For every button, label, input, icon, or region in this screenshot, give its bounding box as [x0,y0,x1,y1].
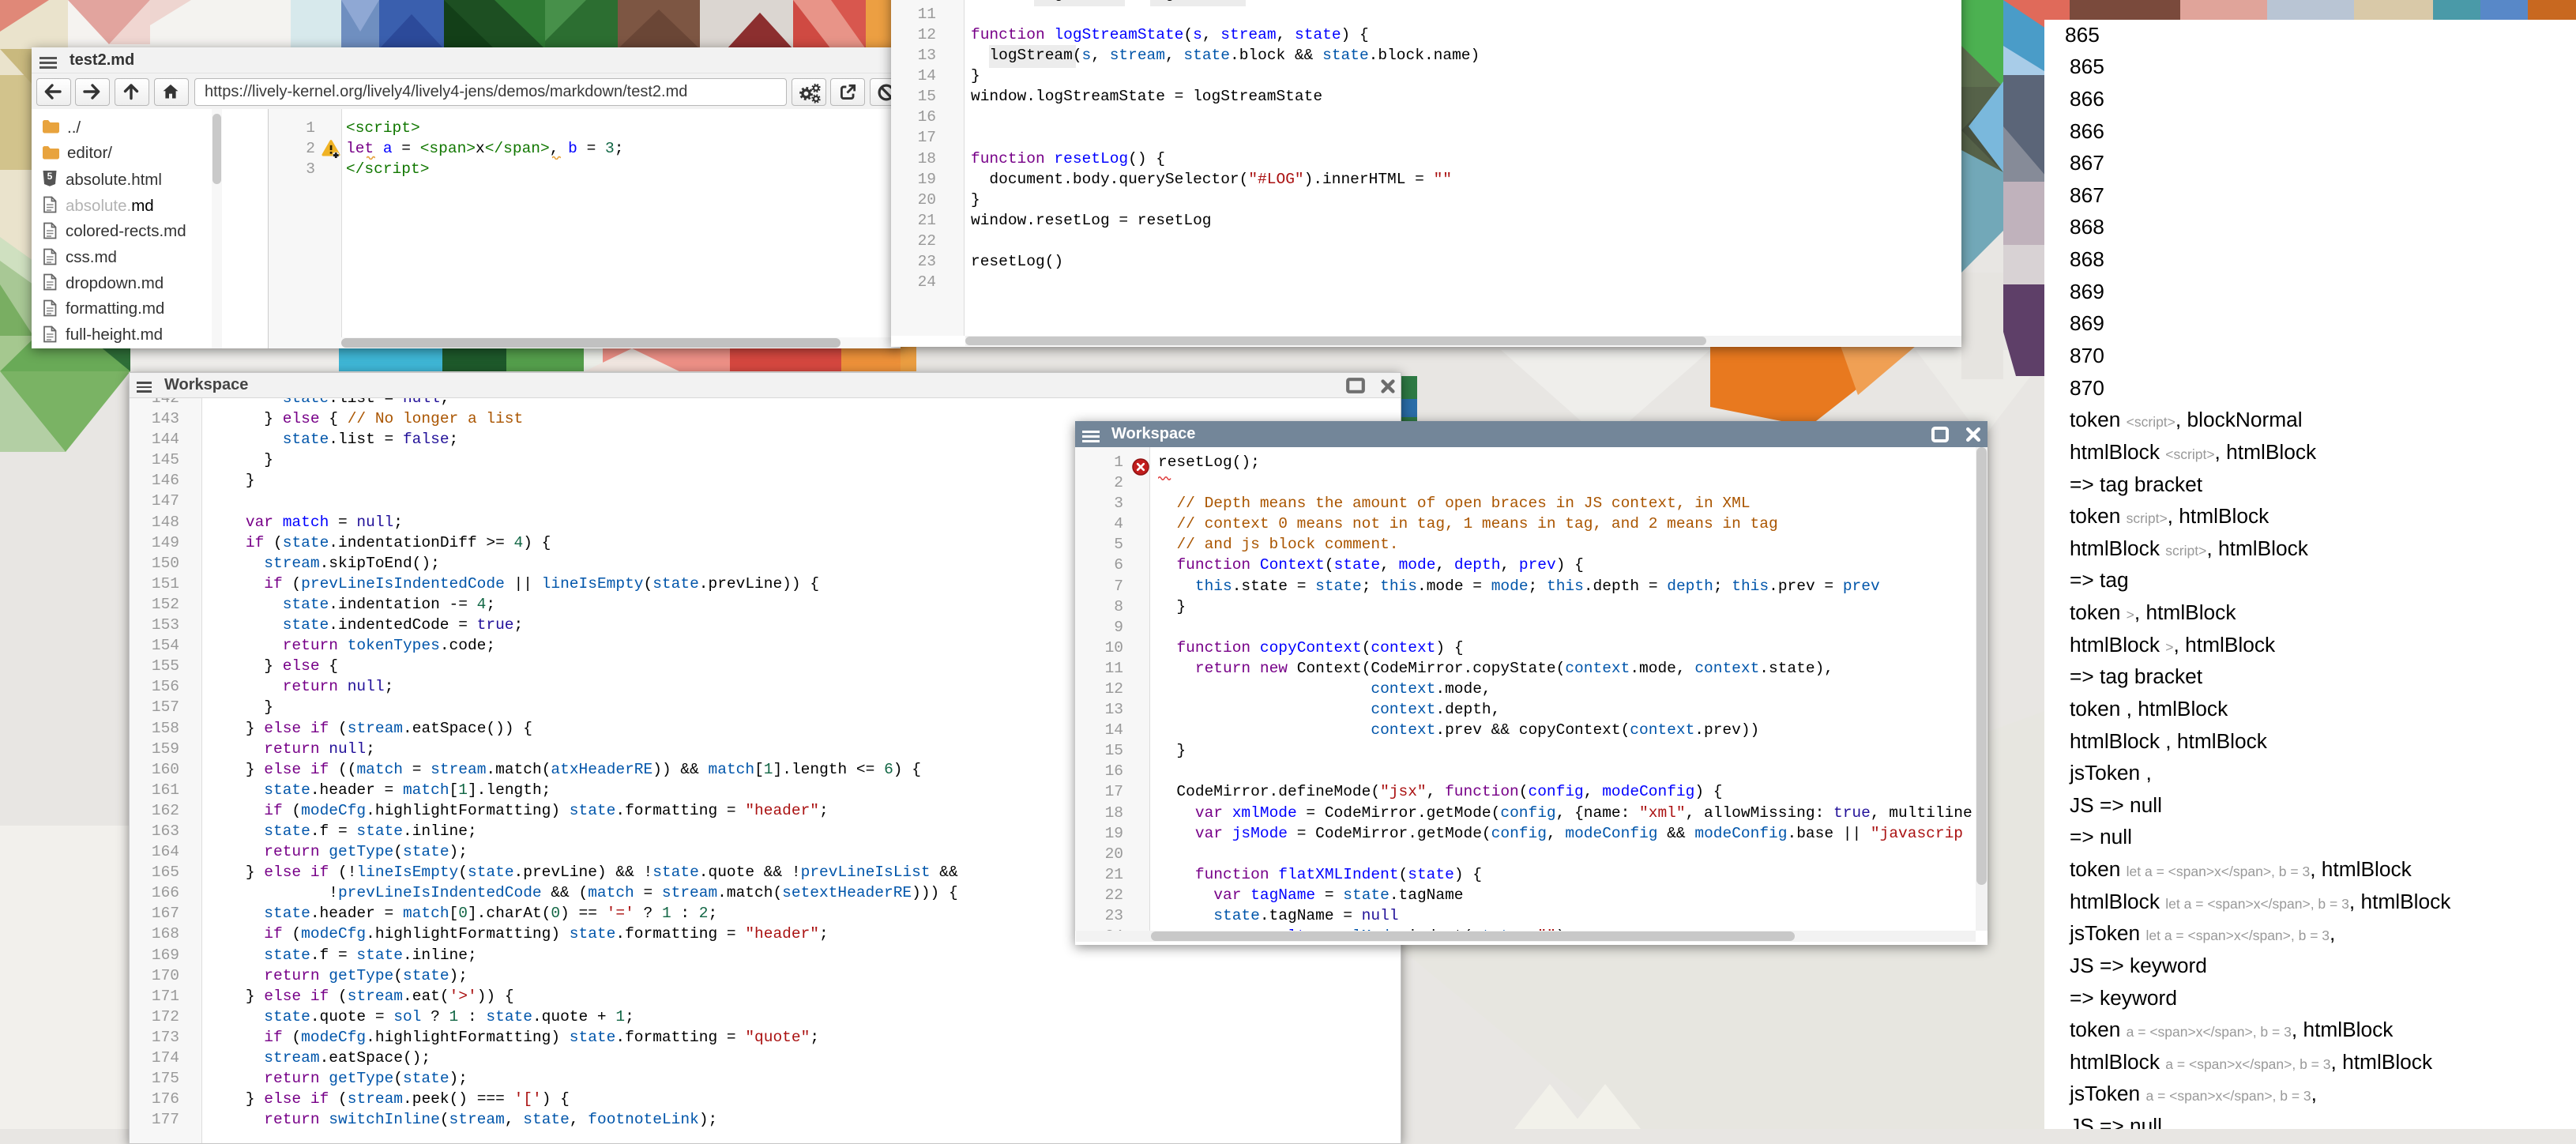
svg-text:5: 5 [47,171,53,182]
